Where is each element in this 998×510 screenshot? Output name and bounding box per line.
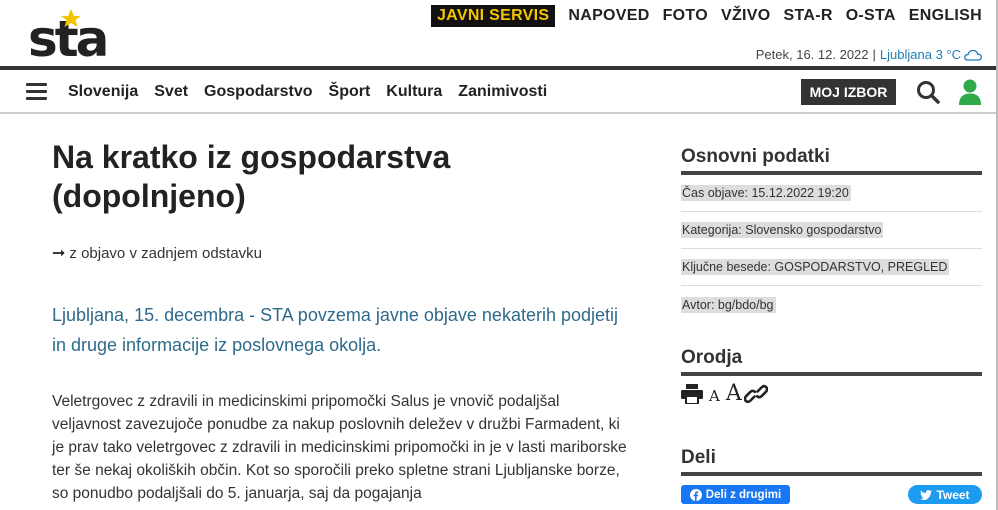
facebook-icon (689, 488, 702, 501)
topnav-javni-servis[interactable]: JAVNI SERVIS (430, 5, 556, 27)
nav-gospodarstvo[interactable]: Gospodarstvo (204, 83, 312, 101)
cloud-icon (964, 49, 982, 61)
moj-izbor-button[interactable]: MOJ IZBOR (801, 79, 896, 105)
topnav-vzivo[interactable]: VŽIVO (721, 5, 771, 27)
nav-slovenija[interactable]: Slovenija (68, 83, 138, 101)
topnav-english[interactable]: ENGLISH (909, 5, 982, 27)
update-note: ➞ z objavo v zadnjem odstavku (52, 243, 262, 263)
dateline-separator: | (872, 47, 876, 62)
print-icon[interactable] (681, 384, 703, 404)
category-list: Slovenija Svet Gospodarstvo Šport Kultur… (68, 83, 563, 101)
tools-title: Orodja (681, 347, 743, 368)
nav-kultura[interactable]: Kultura (386, 83, 442, 101)
tweet-button[interactable]: Tweet (908, 485, 982, 504)
link-icon[interactable] (743, 384, 768, 404)
current-date: Petek, 16. 12. 2022 (755, 47, 869, 62)
info-row-author: Avtor: bg/bdo/bg (681, 286, 982, 323)
section-rule (681, 472, 982, 476)
font-larger-icon[interactable]: A (726, 383, 742, 405)
topnav-napoved[interactable]: NAPOVED (568, 5, 649, 27)
update-note-text: z objavo v zadnjem odstavku (69, 244, 263, 262)
info-author: Avtor: bg/bdo/bg (681, 296, 776, 313)
weather-link[interactable]: Ljubljana 3 °C (880, 47, 961, 62)
basic-info-section: Osnovni podatki Čas objave: 15.12.2022 1… (681, 146, 982, 323)
tweet-label: Tweet (936, 487, 970, 502)
article-body: Veletrgovec z zdravili in medicinskimi p… (52, 393, 627, 502)
info-keywords: Ključne besede: GOSPODARSTVO, PREGLED (681, 259, 950, 275)
info-row-keywords: Ključne besede: GOSPODARSTVO, PREGLED (681, 249, 982, 286)
topnav-o-sta[interactable]: O-STA (846, 5, 896, 27)
article-title: Na kratko iz gospodarstva (dopolnjeno) (52, 139, 451, 214)
sta-logo[interactable]: sta (28, 8, 120, 60)
tools-row: A A (681, 383, 774, 405)
user-icon[interactable] (958, 79, 982, 105)
facebook-share-label: Deli z drugimi (705, 488, 782, 501)
dateline: Petek, 16. 12. 2022 | Ljubljana 3 °C (756, 47, 982, 62)
nav-divider (0, 112, 998, 114)
section-rule (681, 372, 982, 376)
info-row-time: Čas objave: 15.12.2022 19:20 (681, 175, 982, 212)
font-smaller-icon[interactable]: A (709, 389, 720, 404)
article-lead: Ljubljana, 15. decembra - STA povzema ja… (52, 305, 619, 355)
top-nav: JAVNI SERVIS NAPOVED FOTO VŽIVO STA-R O-… (430, 5, 982, 27)
nav-sport[interactable]: Šport (329, 83, 371, 101)
search-icon[interactable] (916, 80, 940, 104)
facebook-share-button[interactable]: Deli z drugimi (681, 485, 790, 504)
info-time: Čas objave: 15.12.2022 19:20 (681, 185, 851, 201)
nav-zanimivosti[interactable]: Zanimivosti (458, 83, 547, 101)
info-category: Kategorija: Slovensko gospodarstvo (681, 222, 884, 238)
nav-svet[interactable]: Svet (154, 83, 188, 101)
topnav-foto[interactable]: FOTO (663, 5, 708, 27)
basic-info-title: Osnovni podatki (681, 146, 830, 167)
hamburger-menu-icon[interactable] (26, 83, 47, 100)
main-nav: Slovenija Svet Gospodarstvo Šport Kultur… (0, 70, 998, 114)
arrow-right-icon: ➞ (52, 245, 66, 262)
topnav-sta-r[interactable]: STA-R (783, 5, 832, 27)
twitter-bird-icon (920, 489, 933, 500)
info-row-category: Kategorija: Slovensko gospodarstvo (681, 212, 982, 249)
tools-section: Orodja (681, 347, 982, 376)
share-section: Deli (681, 447, 982, 476)
share-title: Deli (681, 447, 716, 468)
